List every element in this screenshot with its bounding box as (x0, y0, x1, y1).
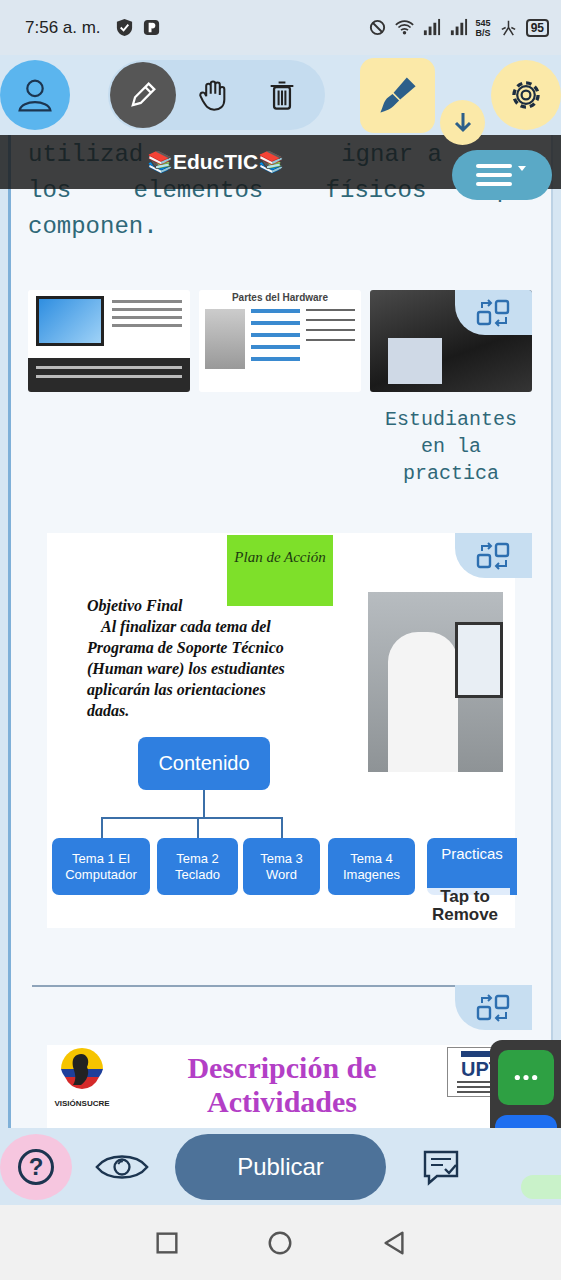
network-speed: 545B/S (476, 18, 491, 38)
slide-photo (368, 592, 503, 772)
site-title: 📚EducTIC📚 (147, 150, 284, 174)
remove-hint[interactable]: Tap to Remove (420, 888, 510, 924)
battery: 95 (526, 19, 549, 37)
image-caption: Estudiantes en la practica (370, 406, 532, 487)
swap-button[interactable] (455, 985, 532, 1030)
system-nav-bar (0, 1205, 561, 1280)
plan-slide[interactable]: Plan de AcciónObjetivo FinalAl finalizar… (47, 533, 515, 928)
swap-button[interactable] (455, 290, 532, 335)
wifi-icon (395, 18, 414, 37)
home-icon[interactable] (266, 1229, 294, 1257)
signal-icon (422, 18, 441, 37)
diagram-node: Tema 2 Teclado (157, 838, 238, 895)
swap-icon (474, 993, 514, 1023)
help-button[interactable]: ? (0, 1134, 72, 1200)
style-button[interactable] (360, 58, 435, 133)
swap-icon (474, 541, 514, 571)
diagram-node: Tema 4 Imagenes (328, 838, 415, 895)
page: utilizadignar alos elementos físicos que… (8, 135, 553, 1128)
pencil-tool[interactable] (110, 62, 176, 128)
download-button[interactable] (440, 100, 485, 145)
brush-icon (376, 73, 420, 117)
menu-button[interactable] (452, 150, 552, 200)
slide-objective: Objetivo FinalAl finalizar cada tema del… (87, 595, 327, 721)
hand-icon (196, 78, 230, 112)
eye-icon (94, 1151, 150, 1183)
user-icon (13, 73, 57, 117)
activities-banner[interactable]: VISIÓNSUCREDescripción de ActividadesUPT (47, 1045, 515, 1128)
hardware-image[interactable]: Partes del Hardware (199, 290, 361, 392)
diagram-node: Practicas (427, 838, 517, 895)
page-canvas: utilizadignar alos elementos físicos que… (0, 135, 561, 1128)
trash-tool[interactable] (249, 62, 315, 128)
chat-button[interactable] (498, 1050, 554, 1105)
vision-sucre-logo: VISIÓNSUCRE (47, 1047, 117, 1108)
recents-icon[interactable] (153, 1229, 181, 1257)
slide-title: Plan de Acción (227, 535, 333, 606)
comment-check-icon (421, 1147, 461, 1187)
students-image[interactable] (370, 290, 532, 392)
app-icon (142, 18, 161, 37)
status-time: 7:56 a. m. (25, 18, 101, 38)
swap-icon (474, 298, 514, 328)
trash-icon (265, 78, 299, 112)
review-button[interactable] (420, 1147, 462, 1187)
profile-button[interactable] (0, 60, 70, 130)
status-bar: 7:56 a. m. 545B/S 95 (0, 0, 561, 55)
sucre-portrait-icon (57, 1047, 107, 1091)
back-icon[interactable] (380, 1229, 408, 1257)
computer-image[interactable] (28, 290, 190, 392)
diagram-node: Tema 3 Word (243, 838, 320, 895)
shield-icon (115, 18, 134, 37)
hamburger-icon (472, 160, 532, 190)
tool-group (108, 60, 325, 130)
divider (28, 985, 532, 1030)
swap-button[interactable] (455, 533, 532, 578)
image-gallery: Partes del HardwareEstudiantes en la pra… (28, 290, 532, 487)
hand-tool[interactable] (180, 62, 246, 128)
publish-button[interactable]: Publicar (175, 1134, 386, 1200)
pencil-icon (126, 78, 160, 112)
diagram-root: Contenido (138, 737, 270, 790)
signal-icon (449, 18, 468, 37)
settings-button[interactable] (491, 60, 561, 130)
more-dots-icon (513, 1073, 539, 1082)
gear-icon (504, 73, 548, 117)
bottom-toolbar: ? Publicar (0, 1128, 561, 1205)
preview-button[interactable] (92, 1151, 152, 1183)
dnd-icon (368, 18, 387, 37)
arrow-down-icon (448, 108, 478, 138)
vibrate-icon (499, 18, 518, 37)
banner-title: Descripción de Actividades (132, 1047, 432, 1119)
screen: 7:56 a. m. 545B/S 95 utilizadignar alos ele… (0, 0, 561, 1280)
diagram-node: Tema 1 El Computador (52, 838, 150, 895)
